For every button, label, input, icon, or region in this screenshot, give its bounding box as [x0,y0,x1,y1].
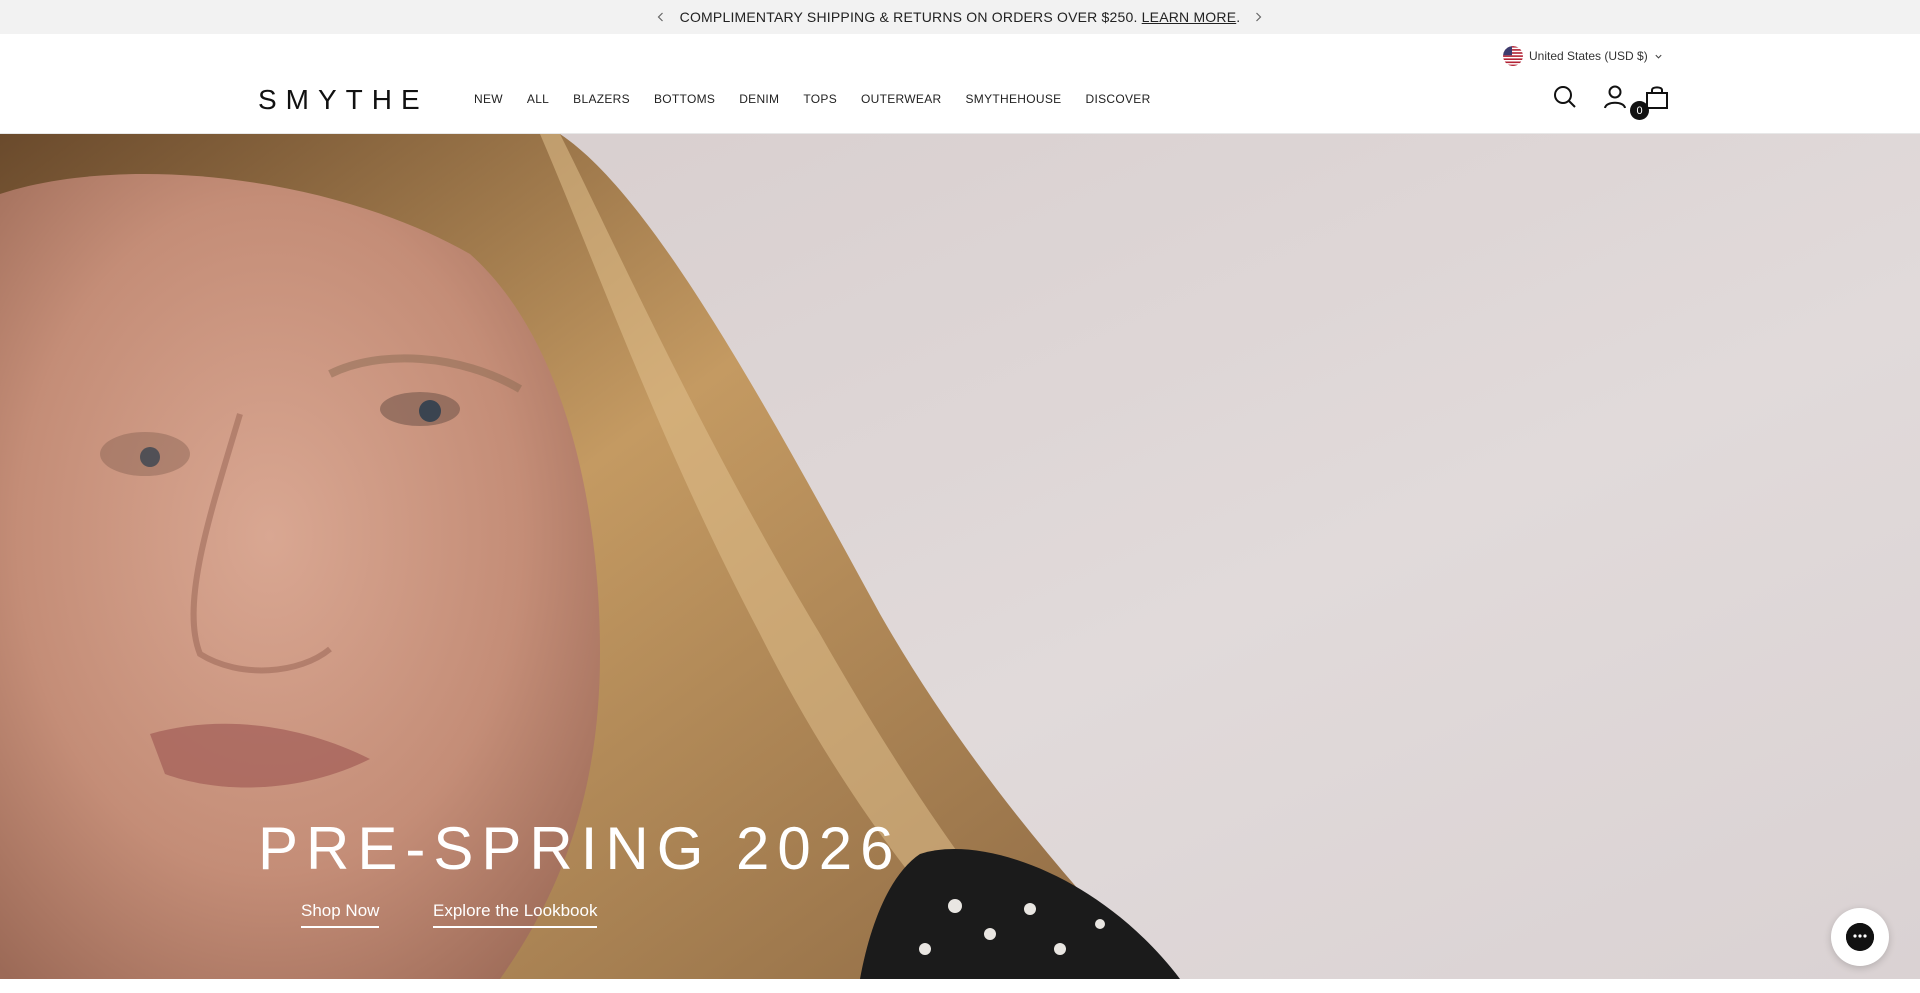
locale-selector[interactable]: United States (USD $) [1503,45,1663,67]
account-icon[interactable] [1602,84,1628,110]
announcement-bar: COMPLIMENTARY SHIPPING & RETURNS ON ORDE… [0,0,1920,34]
chat-icon [1846,923,1874,951]
chevron-right-icon[interactable] [1249,8,1267,26]
chat-widget-button[interactable] [1831,908,1889,966]
announcement-period: . [1236,9,1241,25]
chevron-left-icon[interactable] [652,8,670,26]
shop-now-link[interactable]: Shop Now [301,901,380,928]
search-icon[interactable] [1552,84,1578,110]
explore-lookbook-link[interactable]: Explore the Lookbook [433,901,598,928]
cart-count-badge: 0 [1630,101,1649,120]
announcement-text: COMPLIMENTARY SHIPPING & RETURNS ON ORDE… [679,9,1142,25]
us-flag-icon [1503,46,1523,66]
site-header: United States (USD $) SMYTHE NEW ALL BLA… [0,34,1920,134]
hero-title: PRE-SPRING 2026 [258,815,902,882]
page-bottom-edge [0,979,1920,993]
announcement-message: COMPLIMENTARY SHIPPING & RETURNS ON ORDE… [680,9,1241,25]
chevron-down-icon [1655,54,1662,59]
locale-label: United States (USD $) [1529,49,1648,63]
hero-banner: PRE-SPRING 2026 Shop Now Explore the Loo… [0,134,1920,979]
learn-more-link[interactable]: LEARN MORE [1142,9,1237,25]
